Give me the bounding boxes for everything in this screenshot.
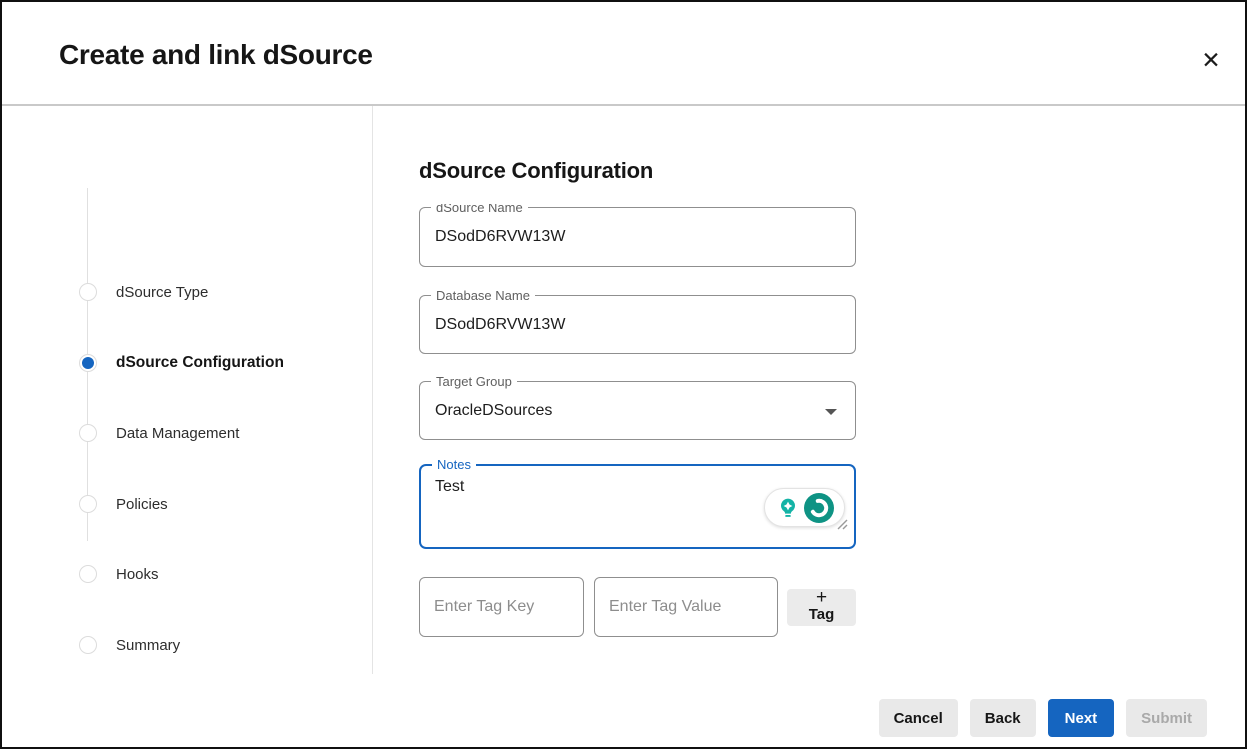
database-name-field: Database Name: [419, 295, 856, 354]
step-circle-active-icon: [79, 354, 97, 372]
dsource-name-field: dSource Name: [419, 207, 856, 267]
cancel-button[interactable]: Cancel: [879, 699, 958, 737]
target-group-select[interactable]: Target Group OracleDSources: [419, 381, 856, 440]
create-dsource-modal: Create and link dSource ✕ dSource Type d…: [0, 0, 1247, 749]
sidebar-divider: [372, 106, 373, 674]
target-group-label: Target Group: [431, 374, 517, 390]
step-label: dSource Configuration: [116, 354, 284, 372]
close-button[interactable]: ✕: [1195, 44, 1227, 76]
stepper-item-summary[interactable]: Summary: [2, 625, 362, 665]
database-name-input[interactable]: [420, 296, 855, 353]
assistant-arc-icon: [804, 493, 834, 523]
tag-entry-row: + Tag: [419, 577, 856, 637]
resize-grip-icon[interactable]: [835, 517, 848, 530]
writing-assistant-pill[interactable]: [764, 488, 845, 527]
stepper-item-hooks[interactable]: Hooks: [2, 554, 362, 594]
add-tag-button[interactable]: + Tag: [787, 589, 856, 626]
database-name-label: Database Name: [431, 288, 535, 304]
modal-title: Create and link dSource: [59, 39, 373, 71]
stepper-item-policies[interactable]: Policies: [2, 484, 362, 524]
step-circle-icon: [79, 424, 97, 442]
step-label: Policies: [116, 496, 168, 513]
step-label: Data Management: [116, 425, 239, 442]
stepper-item-data-management[interactable]: Data Management: [2, 413, 362, 453]
add-tag-label: Tag: [809, 607, 835, 622]
chevron-down-icon: [825, 409, 837, 415]
plus-icon: +: [816, 588, 827, 607]
page-title: dSource Configuration: [419, 158, 653, 184]
lightbulb-sparkle-icon: [776, 496, 800, 520]
form-scroll-area: dSource Name Database Name Target Group …: [419, 204, 857, 664]
wizard-stepper: dSource Type dSource Configuration Data …: [2, 106, 372, 674]
tag-key-input[interactable]: [419, 577, 584, 637]
submit-button[interactable]: Submit: [1126, 699, 1207, 737]
step-label: Hooks: [116, 566, 159, 583]
dsource-name-label: dSource Name: [431, 204, 528, 216]
notes-label: Notes: [432, 457, 476, 473]
step-circle-icon: [79, 495, 97, 513]
close-icon: ✕: [1201, 47, 1220, 73]
step-circle-icon: [79, 283, 97, 301]
step-circle-icon: [79, 565, 97, 583]
footer-action-bar: Cancel Back Next Submit: [879, 699, 1207, 737]
step-circle-icon: [79, 636, 97, 654]
dsource-name-input[interactable]: [420, 208, 855, 266]
step-label: Summary: [116, 637, 180, 654]
notes-field: Notes Test: [419, 464, 856, 549]
target-group-value: OracleDSources: [435, 402, 552, 420]
step-label: dSource Type: [116, 284, 208, 301]
stepper-item-dsource-type[interactable]: dSource Type: [2, 272, 362, 312]
next-button[interactable]: Next: [1048, 699, 1115, 737]
tag-value-input[interactable]: [594, 577, 778, 637]
back-button[interactable]: Back: [970, 699, 1036, 737]
stepper-item-dsource-configuration[interactable]: dSource Configuration: [2, 343, 362, 383]
